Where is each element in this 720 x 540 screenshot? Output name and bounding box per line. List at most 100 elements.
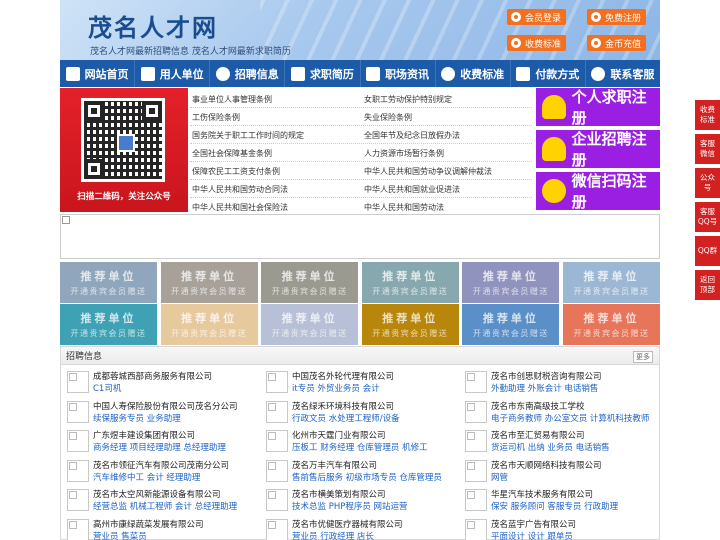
company-name-link[interactable]: 中国茂名外轮代理有限公司 [292, 370, 394, 382]
law-link[interactable]: 中华人民共和国劳动合同法 [192, 180, 288, 198]
recommended-unit-slot[interactable]: 推荐单位 开通贵宾会员赠送 [361, 262, 459, 303]
company-name-link[interactable]: 茂名万丰汽车有限公司 [292, 459, 377, 471]
nav-home[interactable]: 网站首页 [60, 60, 136, 87]
company-name-link[interactable]: 化州市天霆门业有限公司 [292, 429, 386, 441]
company-name-link[interactable]: 茂名市天顺网络科技有限公司 [491, 459, 602, 471]
job-positions-link[interactable]: 售前售后服务 初级市场专员 仓库管理员 [292, 471, 442, 483]
company-logo[interactable] [266, 518, 288, 540]
side-float-button[interactable]: 公众号 [695, 168, 720, 198]
company-logo[interactable] [67, 459, 89, 482]
ad-banner[interactable] [60, 214, 660, 259]
recommended-unit-slot[interactable]: 推荐单位 开通贵宾会员赠送 [462, 262, 560, 303]
company-name-link[interactable]: 华星汽车技术服务有限公司 [491, 488, 593, 500]
job-positions-link[interactable]: C1司机 [93, 382, 121, 394]
job-positions-link[interactable]: it专员 外贸业务员 会计 [292, 382, 380, 394]
company-logo[interactable] [465, 371, 487, 393]
fee-standard-button[interactable]: 收费标准 [507, 35, 567, 51]
law-link[interactable]: 女职工劳动保护特别规定 [364, 90, 452, 108]
job-positions-link[interactable]: 网管 [491, 471, 508, 483]
job-positions-link[interactable]: 商务经理 项目经理助理 总经理助理 [93, 441, 226, 453]
company-logo[interactable] [465, 489, 487, 511]
more-link[interactable]: 更多 [633, 351, 653, 363]
law-link[interactable]: 全国社会保障基金条例 [192, 144, 272, 162]
side-float-button[interactable]: 收费标准 [695, 100, 720, 130]
site-logo[interactable]: 茂名人才网 [88, 8, 218, 43]
company-name-link[interactable]: 茂名市至汇贸易有限公司 [491, 429, 585, 441]
recharge-button[interactable]: 金币充值 [587, 35, 647, 51]
company-logo[interactable] [465, 400, 487, 423]
company-logo[interactable] [266, 371, 288, 393]
job-positions-link[interactable]: 电子商务教师 办公室文员 计算机科技教师 [491, 412, 649, 424]
company-name-link[interactable]: 广东煜丰建设集团有限公司 [93, 429, 195, 441]
company-name-link[interactable]: 中国人寿保险股份有限公司茂名分公司 [93, 400, 238, 412]
company-name-link[interactable]: 高州市康绿蔬菜发展有限公司 [93, 518, 204, 530]
job-positions-link[interactable]: 平面设计 设计 跟单员 [491, 530, 573, 540]
job-positions-link[interactable]: 行政文员 水处理工程师/设备 [292, 412, 400, 424]
company-name-link[interactable]: 茂名市创思财税咨询有限公司 [491, 370, 602, 382]
job-positions-link[interactable]: 外勤助理 外账会计 电话销售 [491, 382, 598, 394]
recommended-unit-slot[interactable]: 推荐单位 开通贵宾会员赠送 [563, 262, 660, 303]
nav-payment[interactable]: 付款方式 [511, 60, 586, 87]
recommended-unit-slot[interactable]: 推荐单位 开通贵宾会员赠送 [160, 262, 258, 303]
job-positions-link[interactable]: 压板工 财务经理 仓库管理员 机修工 [292, 441, 428, 453]
company-name-link[interactable]: 茂名蓝宇广告有限公司 [491, 518, 576, 530]
company-logo[interactable] [465, 430, 487, 452]
company-logo[interactable] [67, 489, 89, 511]
nav-fees[interactable]: 收费标准 [436, 60, 511, 87]
company-name-link[interactable]: 茂名市横美策划有限公司 [292, 488, 386, 500]
law-link[interactable]: 工伤保险条例 [192, 108, 240, 126]
job-positions-link[interactable]: 技术总监 PHP程序员 网站运营 [292, 500, 408, 512]
law-link[interactable]: 全国年节及纪念日放假办法 [364, 126, 460, 144]
nav-jobs[interactable]: 招聘信息 [210, 60, 286, 87]
company-name-link[interactable]: 茂名绿禾环境科技有限公司 [292, 400, 394, 412]
nav-contact[interactable]: 联系客服 [586, 60, 660, 87]
company-logo[interactable] [266, 430, 288, 452]
law-link[interactable]: 中华人民共和国劳动争议调解仲裁法 [364, 162, 492, 180]
law-link[interactable]: 人力资源市场暂行条例 [364, 144, 444, 162]
side-float-button[interactable]: 客服QQ号 [695, 202, 720, 232]
company-name-link[interactable]: 成都蓉城西部商务服务有限公司 [93, 370, 212, 382]
login-button[interactable]: 会员登录 [507, 9, 567, 25]
job-positions-link[interactable]: 营业员 售菜员 [93, 530, 147, 540]
recommended-unit-slot[interactable]: 推荐单位 开通贵宾会员赠送 [462, 303, 560, 345]
company-name-link[interactable]: 茂名市领征汽车有限公司茂南分公司 [93, 459, 229, 471]
company-logo[interactable] [67, 371, 89, 393]
job-positions-link[interactable]: 汽车维修中工 会计 经理助理 [93, 471, 200, 483]
job-positions-link[interactable]: 续保服务专员 业务助理 [93, 412, 181, 424]
law-link[interactable]: 失业保险条例 [364, 108, 412, 126]
side-float-button[interactable]: 返回顶部 [695, 270, 720, 300]
company-logo[interactable] [266, 459, 288, 482]
law-link[interactable]: 中华人民共和国就业促进法 [364, 180, 460, 198]
job-positions-link[interactable]: 经营总监 机械工程师 会计 总经理助理 [93, 500, 237, 512]
side-float-button[interactable]: QQ群 [695, 236, 720, 266]
recommended-unit-slot[interactable]: 推荐单位 开通贵宾会员赠送 [261, 262, 359, 303]
recommended-unit-slot[interactable]: 推荐单位 开通贵宾会员赠送 [261, 303, 359, 345]
company-logo[interactable] [266, 400, 288, 423]
company-logo[interactable] [67, 430, 89, 452]
job-positions-link[interactable]: 保安 服务顾问 客服专员 行政助理 [491, 500, 618, 512]
nav-employers[interactable]: 用人单位 [135, 60, 211, 87]
company-logo[interactable] [266, 489, 288, 511]
company-logo[interactable] [465, 459, 487, 482]
company-name-link[interactable]: 茂名市优健医疗器械有限公司 [292, 518, 403, 530]
recommended-unit-slot[interactable]: 推荐单位 开通贵宾会员赠送 [60, 303, 157, 345]
law-link[interactable]: 保障农民工工资支付条例 [192, 162, 280, 180]
company-name-link[interactable]: 茂名市太空风新能源设备有限公司 [93, 488, 221, 500]
recommended-unit-slot[interactable]: 推荐单位 开通贵宾会员赠送 [563, 303, 660, 345]
recommended-unit-slot[interactable]: 推荐单位 开通贵宾会员赠送 [160, 303, 258, 345]
job-positions-link[interactable]: 营业员 行政经理 店长 [292, 530, 374, 540]
side-float-button[interactable]: 客服微信 [695, 134, 720, 164]
register-button[interactable]: 免费注册 [587, 9, 647, 25]
personal-register-button[interactable]: 个人求职注册 [536, 88, 660, 127]
company-logo[interactable] [465, 518, 487, 540]
nav-news[interactable]: 职场资讯 [361, 60, 436, 87]
wechat-register-button[interactable]: 微信扫码注册 [536, 172, 660, 211]
law-link[interactable]: 国务院关于职工工作时间的规定 [192, 126, 304, 144]
job-positions-link[interactable]: 货运司机 出纳 业务员 电话销售 [491, 441, 610, 453]
recommended-unit-slot[interactable]: 推荐单位 开通贵宾会员赠送 [361, 303, 459, 345]
company-register-button[interactable]: 企业招聘注册 [536, 130, 660, 169]
company-logo[interactable] [67, 400, 89, 423]
company-name-link[interactable]: 茂名市东南高级技工学校 [491, 400, 585, 412]
recommended-unit-slot[interactable]: 推荐单位 开通贵宾会员赠送 [60, 262, 157, 303]
nav-resumes[interactable]: 求职简历 [285, 60, 361, 87]
